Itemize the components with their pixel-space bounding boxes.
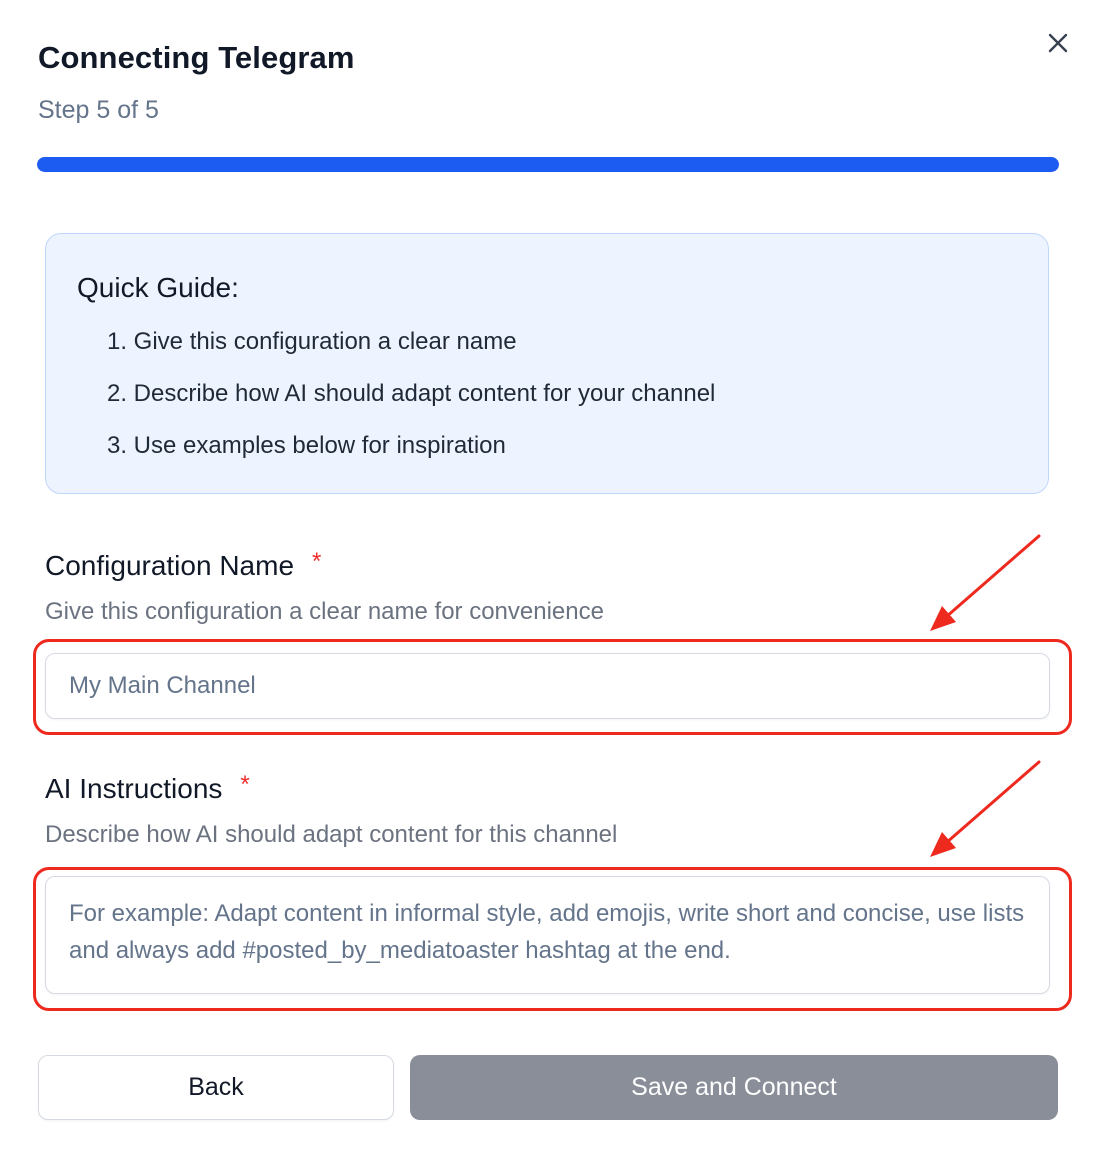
back-button[interactable]: Back <box>38 1055 394 1120</box>
save-and-connect-button[interactable]: Save and Connect <box>410 1055 1058 1120</box>
red-arrow-icon <box>930 760 1041 857</box>
connect-telegram-dialog: Connecting Telegram Step 5 of 5 Quick Gu… <box>0 0 1098 1162</box>
